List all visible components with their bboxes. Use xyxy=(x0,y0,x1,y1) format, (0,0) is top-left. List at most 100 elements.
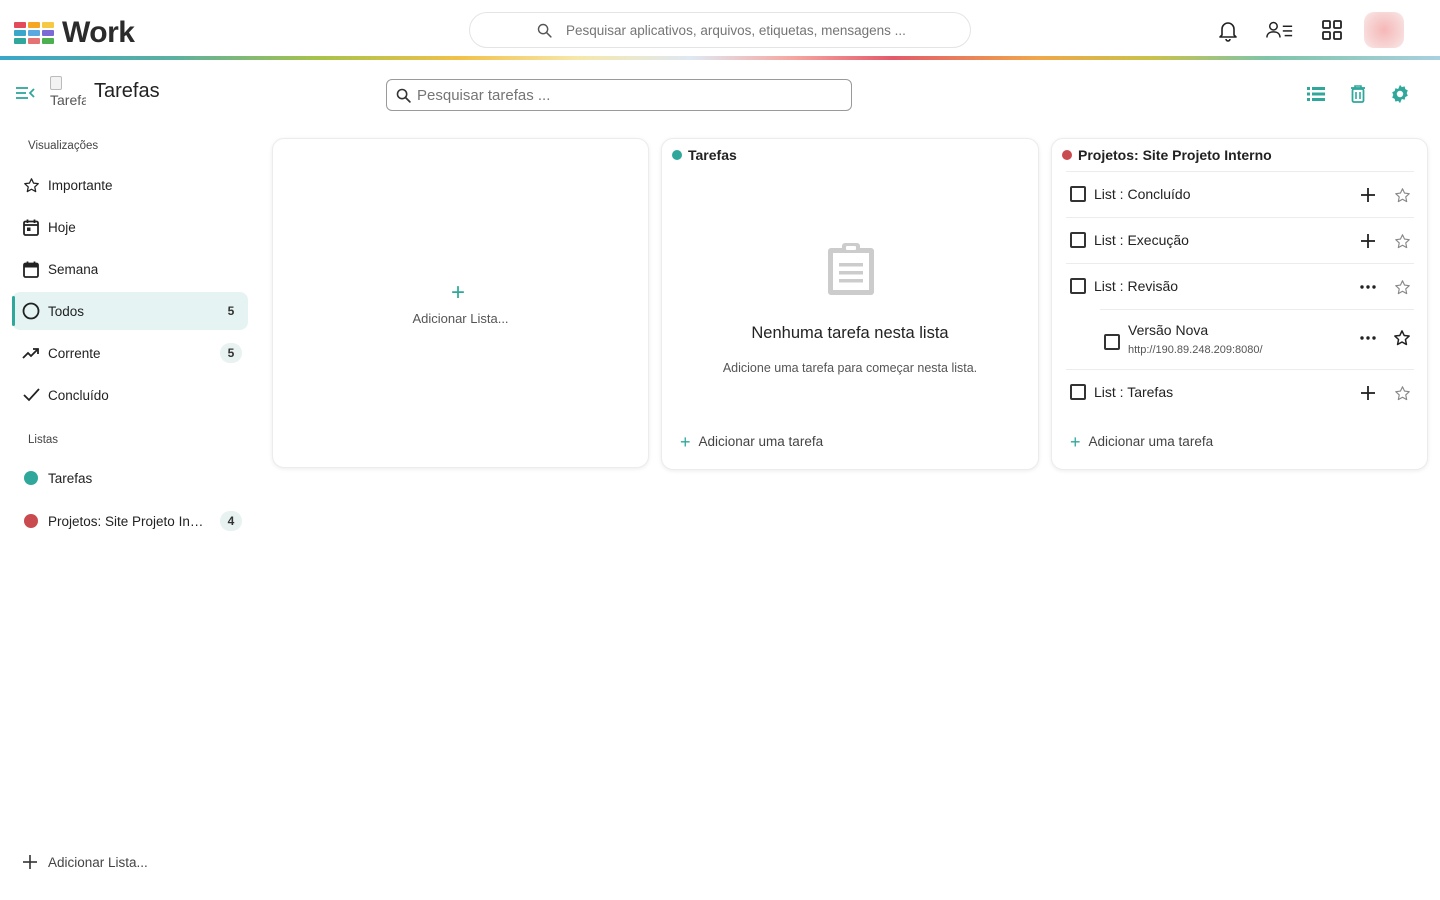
task-title: List : Execução xyxy=(1094,232,1189,248)
sidebar-item-label: Corrente xyxy=(48,345,101,361)
task-row[interactable]: List : Execução xyxy=(1066,217,1414,263)
sidebar-item-label: Projetos: Site Projeto Interno xyxy=(48,513,204,529)
app-header: Tarefas Tarefas xyxy=(0,60,1440,126)
star-icon[interactable] xyxy=(1392,185,1412,205)
broken-image-icon xyxy=(50,76,62,90)
list-color-dot xyxy=(672,150,682,160)
views-section-label: Visualizações xyxy=(28,140,99,152)
task-link[interactable]: http://190.89.248.209:8080/ xyxy=(1128,344,1263,356)
task-checkbox[interactable] xyxy=(1070,384,1086,400)
list-card-title[interactable]: Projetos: Site Projeto Interno xyxy=(1062,147,1272,163)
calendar-day-icon xyxy=(22,218,40,236)
page-title: Tarefas xyxy=(94,80,160,102)
app-name: Work xyxy=(62,16,135,49)
task-title: Versão Nova xyxy=(1128,322,1209,338)
plus-icon: + xyxy=(680,431,691,452)
plus-icon: + xyxy=(1070,431,1081,452)
sidebar-item-todos[interactable]: Todos 5 xyxy=(12,292,248,330)
task-row[interactable]: List : Concluído xyxy=(1066,171,1414,217)
add-subtask-icon[interactable] xyxy=(1358,383,1378,403)
add-task-button[interactable]: + Adicionar uma tarefa xyxy=(680,431,824,452)
add-task-label: Adicionar uma tarefa xyxy=(1088,434,1214,449)
task-title: List : Tarefas xyxy=(1094,384,1174,400)
add-subtask-icon[interactable] xyxy=(1358,231,1378,251)
search-icon xyxy=(537,23,552,38)
sidebar-item-label: Semana xyxy=(48,261,99,277)
add-list-card-label: Adicionar Lista... xyxy=(412,311,509,326)
star-icon[interactable] xyxy=(1392,328,1412,348)
sidebar-item-concluido[interactable]: Concluído xyxy=(12,376,248,414)
count-badge: 5 xyxy=(220,343,242,363)
top-bar: Work xyxy=(0,0,1440,58)
list-color-dot xyxy=(22,512,40,530)
work-logo-icon xyxy=(14,22,54,44)
clipboard-icon xyxy=(825,241,877,302)
empty-state-subtitle: Adicione uma tarefa para começar nesta l… xyxy=(722,361,978,375)
plus-icon xyxy=(23,855,37,869)
task-checkbox[interactable] xyxy=(1104,334,1120,350)
sidebar-item-label: Todos xyxy=(48,303,85,319)
list-card-title-text: Projetos: Site Projeto Interno xyxy=(1078,147,1272,163)
sidebar-item-hoje[interactable]: Hoje xyxy=(12,208,248,246)
apps-grid-icon[interactable] xyxy=(1318,16,1346,44)
list-color-dot xyxy=(1062,150,1072,160)
add-task-button[interactable]: + Adicionar uma tarefa xyxy=(1070,431,1214,452)
app-logo-alt-text: Tarefas xyxy=(50,92,86,108)
more-icon[interactable] xyxy=(1358,328,1378,348)
list-card-tarefas: Tarefas Nenhuma tarefa nesta lista Adici… xyxy=(661,138,1039,470)
star-icon[interactable] xyxy=(1392,383,1412,403)
empty-state-title: Nenhuma tarefa nesta lista xyxy=(751,324,949,342)
task-title: List : Revisão xyxy=(1094,278,1179,294)
global-search-input[interactable] xyxy=(566,22,946,38)
contacts-icon[interactable] xyxy=(1266,16,1294,44)
list-card-title-text: Tarefas xyxy=(688,147,737,163)
task-search[interactable] xyxy=(386,79,852,111)
sidebar-item-label: Hoje xyxy=(48,219,76,235)
work-logo[interactable]: Work xyxy=(14,16,135,50)
more-icon[interactable] xyxy=(1358,277,1378,297)
sidebar-item-list-tarefas[interactable]: Tarefas xyxy=(12,459,248,497)
task-row[interactable]: List : Tarefas xyxy=(1066,369,1414,415)
sidebar-item-label: Tarefas xyxy=(48,470,93,486)
sidebar: Visualizações Importante Hoje Semana Tod… xyxy=(0,126,260,900)
task-checkbox[interactable] xyxy=(1070,278,1086,294)
sidebar-item-label: Importante xyxy=(48,177,113,193)
list-color-dot xyxy=(22,469,40,487)
star-icon[interactable] xyxy=(1392,231,1412,251)
sidebar-item-label: Concluído xyxy=(48,387,109,403)
task-search-input[interactable] xyxy=(417,86,817,104)
trash-icon[interactable] xyxy=(1346,82,1370,106)
add-subtask-icon[interactable] xyxy=(1358,185,1378,205)
count-badge: 5 xyxy=(227,304,235,318)
list-card-projetos: Projetos: Site Projeto Interno List : Co… xyxy=(1051,138,1428,470)
search-icon xyxy=(396,88,411,103)
global-search[interactable] xyxy=(469,12,971,48)
menu-collapse-icon[interactable] xyxy=(14,84,36,102)
gear-icon[interactable] xyxy=(1388,82,1412,106)
add-list-button[interactable]: Adicionar Lista... xyxy=(22,854,148,870)
add-list-label: Adicionar Lista... xyxy=(48,854,148,870)
task-checkbox[interactable] xyxy=(1070,232,1086,248)
list-card-title[interactable]: Tarefas xyxy=(672,147,737,163)
list-view-icon[interactable] xyxy=(1304,82,1328,106)
sidebar-item-semana[interactable]: Semana xyxy=(12,250,248,288)
sidebar-item-importante[interactable]: Importante xyxy=(12,166,248,204)
sidebar-item-corrente[interactable]: Corrente 5 xyxy=(12,334,248,372)
star-icon[interactable] xyxy=(1392,277,1412,297)
task-checkbox[interactable] xyxy=(1070,186,1086,202)
avatar[interactable] xyxy=(1364,12,1404,48)
add-list-card[interactable]: + Adicionar Lista... xyxy=(272,138,649,468)
check-icon xyxy=(22,386,40,404)
bell-icon[interactable] xyxy=(1214,16,1242,44)
add-task-label: Adicionar uma tarefa xyxy=(698,434,824,449)
task-row[interactable]: List : Revisão xyxy=(1066,263,1414,309)
circle-icon xyxy=(22,302,40,320)
star-icon xyxy=(22,176,40,194)
task-title: List : Concluído xyxy=(1094,186,1191,202)
calendar-week-icon xyxy=(22,260,40,278)
plus-icon: + xyxy=(451,279,466,306)
sidebar-item-list-projetos[interactable]: Projetos: Site Projeto Interno 4 xyxy=(12,502,248,540)
app-logo-image: Tarefas xyxy=(50,76,86,110)
trending-icon xyxy=(22,344,40,362)
subtask-row[interactable]: Versão Nova http://190.89.248.209:8080/ xyxy=(1100,309,1414,369)
